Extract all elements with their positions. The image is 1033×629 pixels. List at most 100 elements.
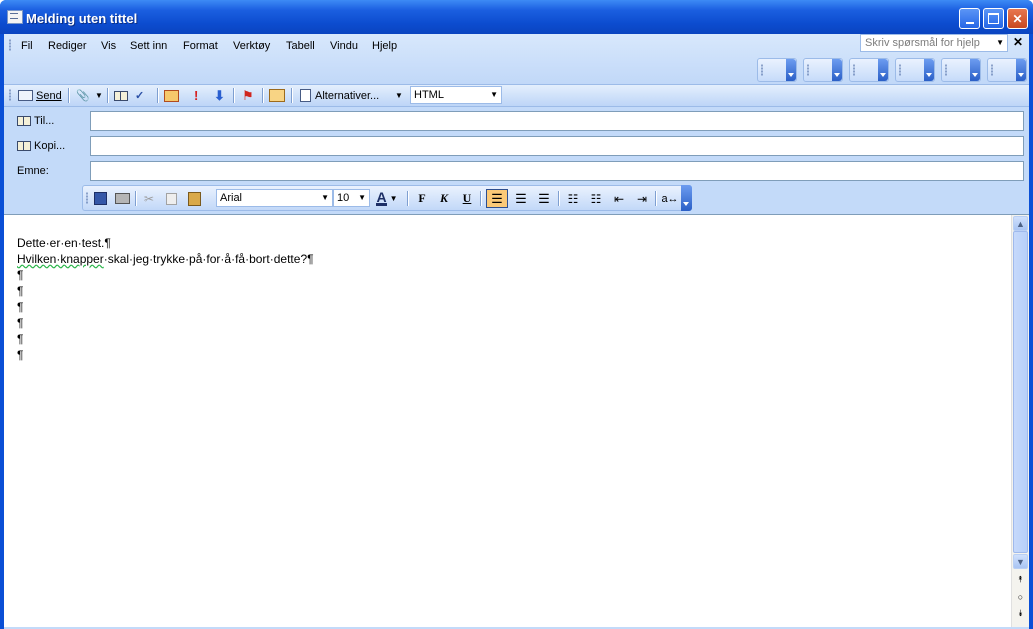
style-button[interactable]: a↔: [660, 190, 680, 207]
underline-button[interactable]: U: [459, 190, 475, 207]
toolbar-options-icon[interactable]: [1016, 59, 1026, 81]
attach-file-button[interactable]: 📎: [76, 87, 90, 104]
next-object-button[interactable]: ⯯: [1013, 606, 1028, 621]
follow-up-flag-button[interactable]: ⚑: [242, 87, 254, 104]
permission-button[interactable]: [269, 87, 285, 104]
low-importance-button[interactable]: ⬇: [214, 87, 225, 104]
options-button[interactable]: Alternativer...: [300, 87, 379, 104]
collapsed-toolbar-5[interactable]: [941, 58, 981, 82]
title-bar[interactable]: Melding uten tittel ✕: [0, 0, 1033, 34]
address-book-button[interactable]: [114, 87, 128, 104]
menu-view[interactable]: Vis: [99, 38, 118, 54]
align-center-button[interactable]: ☰: [511, 190, 531, 207]
check-names-button[interactable]: ✓: [135, 87, 144, 104]
options-dropdown-button[interactable]: ▼: [395, 87, 403, 104]
subject-field[interactable]: [90, 161, 1024, 181]
scroll-down-button[interactable]: ▼: [1013, 554, 1028, 569]
menu-edit[interactable]: Rediger: [46, 38, 89, 54]
circle-icon: ○: [1017, 591, 1024, 602]
menu-format-label: Format: [183, 40, 218, 52]
paste-button[interactable]: [186, 190, 202, 207]
toolbar-separator: [407, 191, 409, 206]
chevron-down-icon[interactable]: ▼: [321, 193, 329, 202]
font-size-select[interactable]: 10 ▼: [333, 189, 370, 207]
grip-icon: [761, 64, 763, 76]
menu-table[interactable]: Tabell: [284, 38, 317, 54]
options-label: Alternativer...: [315, 89, 380, 102]
help-search-box[interactable]: Skriv spørsmål for hjelp ▼: [860, 34, 1008, 52]
chevron-down-icon: ▼: [95, 91, 103, 100]
attach-dropdown-button[interactable]: ▼: [95, 87, 103, 104]
close-document-button[interactable]: ✕: [1013, 35, 1023, 49]
scroll-up-button[interactable]: ▲: [1013, 216, 1028, 231]
to-label: Til...: [34, 115, 55, 127]
maximize-button[interactable]: [983, 8, 1004, 29]
menu-tools[interactable]: Verktøy: [231, 38, 272, 54]
bullets-button[interactable]: ☷: [586, 190, 606, 207]
menu-table-label: Tabell: [286, 40, 315, 52]
toolbar-options-icon[interactable]: [681, 185, 692, 211]
toolbar-options-icon[interactable]: [878, 59, 888, 81]
chevron-down-icon[interactable]: ▼: [490, 90, 498, 99]
chevron-down-icon[interactable]: ▼: [996, 38, 1004, 47]
to-button[interactable]: Til...: [17, 113, 54, 129]
toolbar-options-icon[interactable]: [924, 59, 934, 81]
toolbar-separator: [68, 88, 70, 103]
message-header-fields: Til... Kopi... Emne:: [4, 107, 1029, 183]
toolbar-options-icon[interactable]: [970, 59, 980, 81]
importance-options-button[interactable]: [164, 87, 179, 104]
font-color-button[interactable]: A ▼: [373, 190, 401, 207]
send-button[interactable]: Send: [18, 87, 62, 104]
scrollbar-thumb[interactable]: [1013, 231, 1028, 553]
vertical-scrollbar[interactable]: ▲ ▼ ⯭ ○ ⯯: [1011, 215, 1029, 627]
italic-button[interactable]: K: [436, 190, 452, 207]
formatting-toolbar: ✂ Arial ▼ 10 ▼ A ▼ F K U ☰ ☰ ☰ ☷ ☷ ⇤ ⇥ a…: [82, 185, 692, 211]
menu-grip-handle[interactable]: [9, 39, 11, 51]
select-browse-object-button[interactable]: ○: [1013, 589, 1028, 604]
copy-button[interactable]: [163, 190, 179, 207]
align-center-icon: ☰: [515, 190, 527, 206]
chevron-down-icon[interactable]: ▼: [358, 193, 366, 202]
toolbar-options-icon[interactable]: [832, 59, 842, 81]
menu-insert[interactable]: Sett inn: [128, 38, 169, 54]
decrease-indent-icon: ⇤: [613, 191, 625, 206]
cut-button[interactable]: ✂: [141, 190, 157, 207]
font-select[interactable]: Arial ▼: [216, 189, 333, 207]
toolbar-grip-handle[interactable]: [9, 89, 11, 101]
close-button[interactable]: ✕: [1007, 8, 1028, 29]
menu-format[interactable]: Format: [181, 38, 220, 54]
menu-file-label: Fil: [21, 40, 33, 52]
previous-object-button[interactable]: ⯭: [1013, 572, 1028, 587]
save-button[interactable]: [92, 190, 108, 207]
menu-help[interactable]: Hjelp: [370, 38, 399, 54]
print-button[interactable]: [114, 190, 130, 207]
send-label: Send: [36, 89, 62, 102]
menu-file[interactable]: Fil: [19, 38, 35, 54]
menu-window[interactable]: Vindu: [328, 38, 360, 54]
high-importance-button[interactable]: !: [194, 87, 198, 104]
to-field[interactable]: [90, 111, 1024, 131]
options-icon: [300, 89, 311, 102]
toolbar-options-icon[interactable]: [786, 59, 796, 81]
bold-button[interactable]: F: [414, 190, 430, 207]
increase-indent-button[interactable]: ⇥: [632, 190, 652, 207]
collapsed-toolbar-6[interactable]: [987, 58, 1027, 82]
minimize-button[interactable]: [959, 8, 980, 29]
double-up-icon: ⯭: [1017, 574, 1024, 584]
collapsed-toolbar-4[interactable]: [895, 58, 935, 82]
collapsed-toolbar-3[interactable]: [849, 58, 889, 82]
numbered-list-icon: ☷: [567, 191, 579, 206]
decrease-indent-button[interactable]: ⇤: [609, 190, 629, 207]
cc-button[interactable]: Kopi...: [17, 138, 65, 154]
chevron-up-icon: ▲: [1016, 218, 1025, 229]
cc-field[interactable]: [90, 136, 1024, 156]
align-left-button[interactable]: ☰: [486, 189, 508, 208]
message-body-editor[interactable]: Dette·er·en·test.¶ Hvilken·knapper·skal·…: [4, 214, 1029, 627]
message-format-select[interactable]: HTML ▼: [410, 86, 502, 104]
numbering-button[interactable]: ☷: [563, 190, 583, 207]
font-value: Arial: [220, 192, 243, 204]
collapsed-toolbar-1[interactable]: [757, 58, 797, 82]
toolbar-grip-handle[interactable]: [86, 192, 88, 204]
align-right-button[interactable]: ☰: [534, 190, 554, 207]
collapsed-toolbar-2[interactable]: [803, 58, 843, 82]
